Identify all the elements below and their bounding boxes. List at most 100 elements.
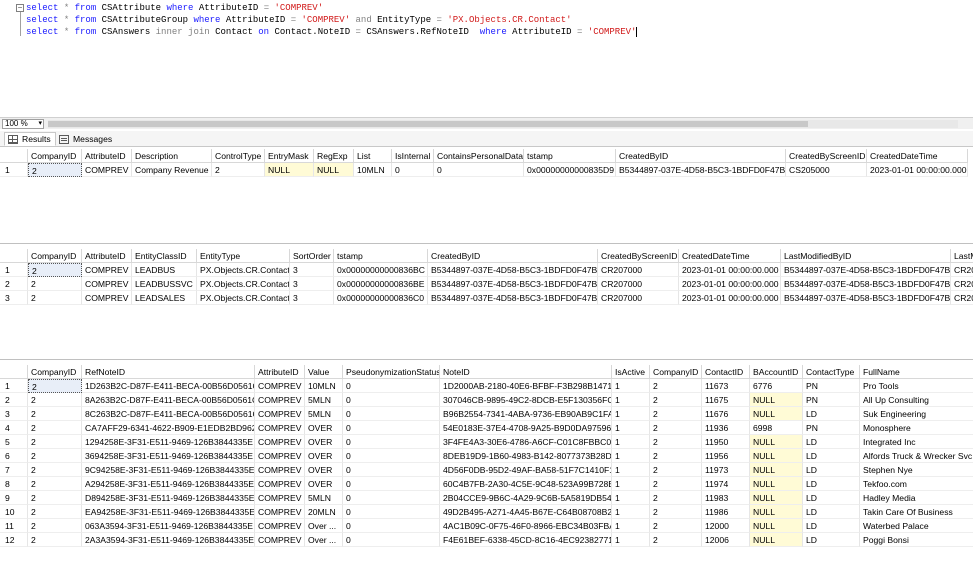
grid-cell[interactable]: CA7AFF29-6341-4622-B909-E1EDB2BD9621 — [82, 421, 255, 435]
grid-splitter[interactable] — [0, 359, 973, 360]
grid-cell[interactable]: PX.Objects.CR.Contact — [197, 263, 290, 277]
grid-cell[interactable]: NULL — [750, 519, 803, 533]
column-header[interactable]: FullName — [860, 365, 973, 379]
grid-cell[interactable]: 11973 — [702, 463, 750, 477]
grid-cell[interactable]: LEADBUS — [132, 263, 197, 277]
grid-cell[interactable]: CR207000 — [598, 277, 679, 291]
table-row[interactable]: 3 2 COMPREV LEADSALES PX.Objects.CR.Contact 3… — [0, 291, 973, 305]
scrollbar-thumb[interactable] — [48, 121, 808, 127]
column-header[interactable]: EntryMask — [265, 149, 314, 163]
grid-cell[interactable]: 2 — [650, 449, 702, 463]
column-header[interactable]: RefNoteID — [82, 365, 255, 379]
grid-cell[interactable]: COMPREV — [255, 477, 305, 491]
grid-cell[interactable]: B5344897-037E-4D58-B5C3-1BDFD0F47BF9 — [428, 277, 598, 291]
column-header[interactable]: AttributeID — [255, 365, 305, 379]
grid-cell[interactable]: 2 — [28, 163, 82, 177]
grid-cell[interactable]: 2 — [28, 505, 82, 519]
grid-cell[interactable]: 4AC1B09C-0F75-46F0-8966-EBC34B03FBA1 — [440, 519, 612, 533]
grid-cell[interactable]: NULL — [750, 407, 803, 421]
grid-cell[interactable]: CR20 — [951, 277, 973, 291]
grid-cell[interactable]: 2 — [650, 505, 702, 519]
grid-cell[interactable]: LD — [803, 407, 860, 421]
table-row[interactable]: 11 2 063A3594-3F31-E511-9469-126B3844335E C… — [0, 519, 973, 533]
column-header[interactable]: RegExp — [314, 149, 354, 163]
grid-splitter[interactable] — [0, 243, 973, 244]
grid-cell[interactable]: 49D2B495-A271-4A45-B67E-C64B08708B2E — [440, 505, 612, 519]
grid-cell[interactable]: 0 — [343, 393, 440, 407]
grid-cell[interactable]: 2 — [28, 463, 82, 477]
row-number[interactable]: 1 — [0, 163, 28, 177]
grid-cell[interactable]: 11986 — [702, 505, 750, 519]
column-header[interactable]: LastModifiedByID — [781, 249, 951, 263]
column-header[interactable] — [0, 249, 28, 263]
grid-cell[interactable]: 1 — [612, 491, 650, 505]
grid-cell[interactable]: 1 — [612, 421, 650, 435]
column-header[interactable]: CreatedDateTime — [679, 249, 781, 263]
column-header[interactable]: CompanyID — [650, 365, 702, 379]
grid-cell[interactable]: B5344897-037E-4D58-B5C3-1BDFD0F47BF9 — [781, 291, 951, 305]
grid-cell[interactable]: PN — [803, 421, 860, 435]
grid-cell[interactable]: 5MLN — [305, 491, 343, 505]
grid-cell[interactable]: NULL — [750, 491, 803, 505]
grid-cell[interactable]: NULL — [314, 163, 354, 177]
table-row[interactable]: 2 2 COMPREV LEADBUSSVC PX.Objects.CR.Contact… — [0, 277, 973, 291]
grid-cell[interactable]: 0 — [343, 477, 440, 491]
grid-cell[interactable]: B5344897-037E-4D58-B5C3-1BDFD0F47BF9 — [428, 263, 598, 277]
result-grid-2[interactable]: CompanyID AttributeID EntityClassID EntityT… — [0, 249, 973, 357]
grid-cell[interactable]: 2 — [650, 491, 702, 505]
column-header[interactable]: tstamp — [334, 249, 428, 263]
grid-cell[interactable]: 1D2000AB-2180-40E6-BFBF-F3B298B14713 — [440, 379, 612, 393]
column-header[interactable]: SortOrder — [290, 249, 334, 263]
column-header[interactable]: EntityClassID — [132, 249, 197, 263]
grid-cell[interactable]: LD — [803, 519, 860, 533]
grid-cell[interactable]: 0 — [392, 163, 434, 177]
row-number[interactable]: 2 — [0, 393, 28, 407]
grid-cell[interactable]: 0x00000000000835D9 — [524, 163, 616, 177]
grid-cell[interactable]: COMPREV — [255, 393, 305, 407]
grid-cell[interactable]: COMPREV — [255, 449, 305, 463]
grid-cell[interactable]: 2023-01-01 00:00:00.000 — [867, 163, 968, 177]
grid-cell[interactable]: Pro Tools — [860, 379, 973, 393]
grid-cell[interactable]: 3694258E-3F31-E511-9469-126B3844335E — [82, 449, 255, 463]
grid-cell[interactable]: Tekfoo.com — [860, 477, 973, 491]
column-header[interactable]: Value — [305, 365, 343, 379]
grid-cell[interactable]: 0 — [343, 505, 440, 519]
grid-cell[interactable]: 2 — [28, 291, 82, 305]
row-number[interactable]: 8 — [0, 477, 28, 491]
grid-cell[interactable]: 2 — [28, 435, 82, 449]
grid-cell[interactable]: OVER — [305, 435, 343, 449]
grid-cell[interactable]: 2023-01-01 00:00:00.000 — [679, 263, 781, 277]
column-header[interactable]: LastM — [951, 249, 973, 263]
tab-results[interactable]: Results — [4, 132, 56, 146]
grid-cell[interactable]: 1 — [612, 449, 650, 463]
grid-cell[interactable]: 1 — [612, 477, 650, 491]
grid-cell[interactable]: COMPREV — [255, 519, 305, 533]
grid-cell[interactable]: 1 — [612, 407, 650, 421]
column-header[interactable]: Description — [132, 149, 212, 163]
table-row[interactable]: 3 2 8C263B2C-D87F-E411-BECA-00B56D0561C2 CO… — [0, 407, 973, 421]
grid-cell[interactable]: 0x00000000000836C0 — [334, 291, 428, 305]
grid-cell[interactable]: LD — [803, 491, 860, 505]
grid-cell[interactable]: OVER — [305, 477, 343, 491]
row-number[interactable]: 7 — [0, 463, 28, 477]
query-editor[interactable]: − select * from CSAttribute where Attrib… — [0, 0, 973, 117]
grid-cell[interactable]: OVER — [305, 449, 343, 463]
grid-cell[interactable]: Alfords Truck & Wrecker Svc — [860, 449, 973, 463]
grid-cell[interactable]: 0 — [343, 519, 440, 533]
grid-cell[interactable]: 2 — [650, 393, 702, 407]
grid-cell[interactable]: CR20 — [951, 291, 973, 305]
grid-cell[interactable]: 1 — [612, 519, 650, 533]
grid-cell[interactable]: OVER — [305, 463, 343, 477]
grid-cell[interactable]: 0 — [343, 435, 440, 449]
column-header[interactable]: EntityType — [197, 249, 290, 263]
grid-cell[interactable]: COMPREV — [255, 407, 305, 421]
grid-cell[interactable]: 8C263B2C-D87F-E411-BECA-00B56D0561C2 — [82, 407, 255, 421]
grid-cell[interactable]: CR207000 — [598, 263, 679, 277]
row-number[interactable]: 10 — [0, 505, 28, 519]
row-number[interactable]: 1 — [0, 379, 28, 393]
grid-cell[interactable]: NULL — [750, 505, 803, 519]
grid-cell[interactable]: 0 — [343, 379, 440, 393]
grid-cell[interactable]: LD — [803, 449, 860, 463]
grid-cell[interactable]: Poggi Bonsi — [860, 533, 973, 547]
grid-cell[interactable]: COMPREV — [255, 505, 305, 519]
